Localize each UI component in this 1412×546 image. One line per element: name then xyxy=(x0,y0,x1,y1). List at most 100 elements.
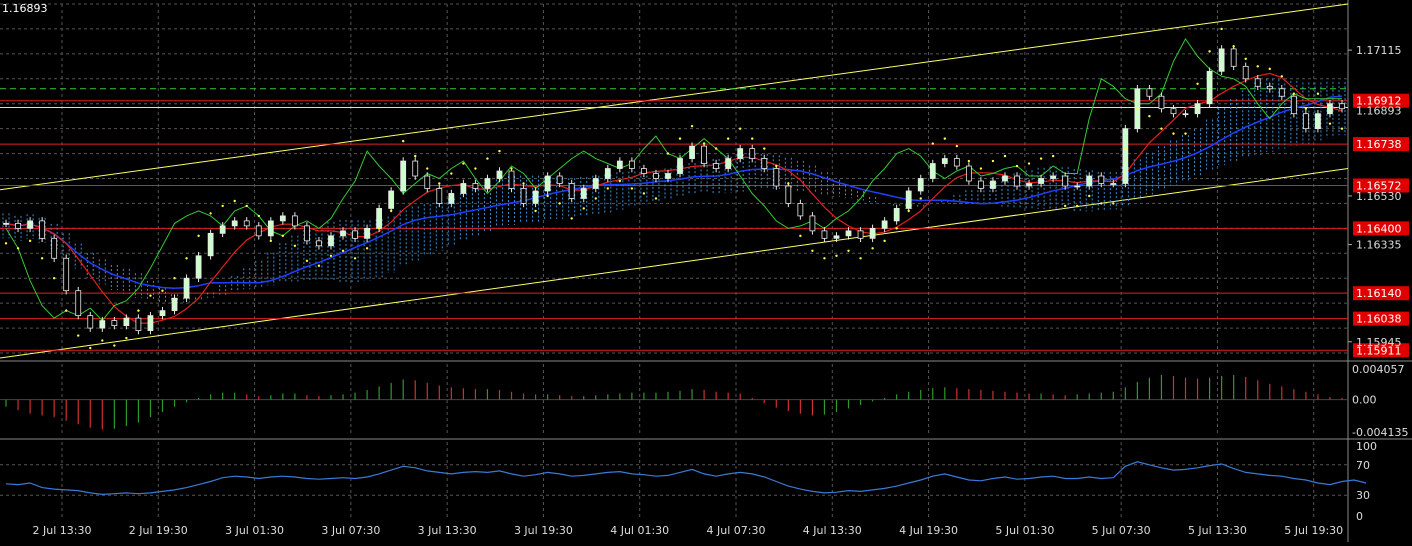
candle xyxy=(1315,113,1321,130)
candle xyxy=(171,297,178,312)
trading-chart: 2 Jul 13:30 2 Jul 19:30 3 Jul 01:30 3 Jul 0… xyxy=(0,0,1412,542)
candle xyxy=(797,203,804,217)
sar-dot xyxy=(1051,154,1055,158)
sar-dot xyxy=(702,142,706,145)
time-tick-label: 4 Jul 07:30 xyxy=(707,524,766,537)
candle xyxy=(604,168,611,179)
sar-dot xyxy=(823,257,826,260)
sar-dot xyxy=(1112,202,1115,205)
time-tick-label: 3 Jul 13:30 xyxy=(418,524,477,537)
candle xyxy=(1339,103,1345,110)
candle xyxy=(1146,88,1153,97)
sar-dot xyxy=(64,309,68,312)
candle xyxy=(725,158,732,169)
osc-tick-label: -0.004135 xyxy=(1352,426,1408,439)
candle xyxy=(1026,183,1032,187)
sar-dot xyxy=(1124,147,1127,150)
sar-dot xyxy=(293,244,297,248)
candle xyxy=(1278,88,1285,97)
candle xyxy=(207,232,214,257)
sar-dot xyxy=(389,209,393,213)
candle xyxy=(508,170,515,189)
candle xyxy=(340,230,346,237)
sar-dot xyxy=(1027,162,1031,165)
sar-dot xyxy=(221,204,224,208)
sar-dot xyxy=(1232,45,1235,48)
sar-dot xyxy=(16,247,20,250)
rsi-tick-label: 70 xyxy=(1356,459,1370,472)
candle xyxy=(761,158,768,169)
candle xyxy=(677,158,683,174)
time-tick-label: 5 Jul 19:30 xyxy=(1284,524,1343,537)
sar-dot xyxy=(401,139,405,143)
candle xyxy=(917,178,924,192)
candle xyxy=(1158,95,1165,110)
candle xyxy=(484,178,491,189)
candle xyxy=(821,230,828,239)
candle xyxy=(1206,70,1213,105)
sar-dot xyxy=(1075,204,1079,208)
sar-dot xyxy=(1039,157,1043,160)
sar-dot xyxy=(859,257,862,260)
candle xyxy=(689,145,695,159)
sar-dot xyxy=(269,239,273,243)
sar-dot xyxy=(606,187,610,190)
candle xyxy=(1302,113,1309,130)
candle xyxy=(436,188,443,204)
sar-dot xyxy=(52,277,56,280)
candle xyxy=(1242,65,1249,80)
sar-dot xyxy=(77,334,80,337)
sar-dot xyxy=(678,137,682,140)
sar-dot xyxy=(738,127,742,130)
sar-dot xyxy=(450,172,453,175)
candle xyxy=(701,145,707,164)
candle xyxy=(87,315,94,329)
sar-dot xyxy=(811,249,814,253)
sar-dot xyxy=(835,254,838,257)
sar-dot xyxy=(534,209,537,213)
candle xyxy=(1062,175,1069,187)
rsi-tick-label: 30 xyxy=(1356,489,1370,502)
candle xyxy=(869,227,876,239)
sar-dot xyxy=(209,212,212,215)
sar-dot xyxy=(1015,164,1019,168)
candle xyxy=(713,163,720,169)
candle xyxy=(1266,85,1273,90)
sar-dot xyxy=(1148,114,1151,118)
candle xyxy=(1230,48,1237,67)
sar-dot xyxy=(1100,202,1103,205)
candle xyxy=(219,225,226,234)
sar-dot xyxy=(1220,27,1223,31)
candle xyxy=(1290,95,1297,115)
candle xyxy=(424,175,431,189)
candle xyxy=(496,170,503,179)
candle xyxy=(1218,48,1225,72)
sar-dot xyxy=(197,234,200,238)
sar-dot xyxy=(654,197,658,200)
price-tick-label: 1.16335 xyxy=(1356,239,1402,252)
sar-dot xyxy=(690,124,694,128)
sar-dot xyxy=(1136,107,1139,110)
osc-tick-label: 0.00 xyxy=(1352,394,1377,407)
sar-dot xyxy=(1244,57,1247,61)
candle xyxy=(1122,128,1129,184)
sar-dot xyxy=(1063,204,1067,208)
candle xyxy=(773,168,780,187)
sar-dot xyxy=(967,159,971,163)
sar-dot xyxy=(582,207,585,210)
sar-dot xyxy=(1328,122,1332,125)
sar-dot xyxy=(185,257,188,260)
sar-dot xyxy=(149,294,152,297)
candle xyxy=(628,160,635,169)
sar-dot xyxy=(137,309,140,312)
sar-dot xyxy=(377,227,381,230)
candle xyxy=(1194,103,1201,115)
candle xyxy=(51,237,58,259)
candle xyxy=(965,165,972,182)
candle xyxy=(665,173,671,179)
fast-ma-line xyxy=(5,72,1343,324)
candle xyxy=(532,190,539,204)
sar-dot xyxy=(871,247,874,250)
candle xyxy=(833,235,840,239)
sar-dot xyxy=(1268,67,1271,71)
